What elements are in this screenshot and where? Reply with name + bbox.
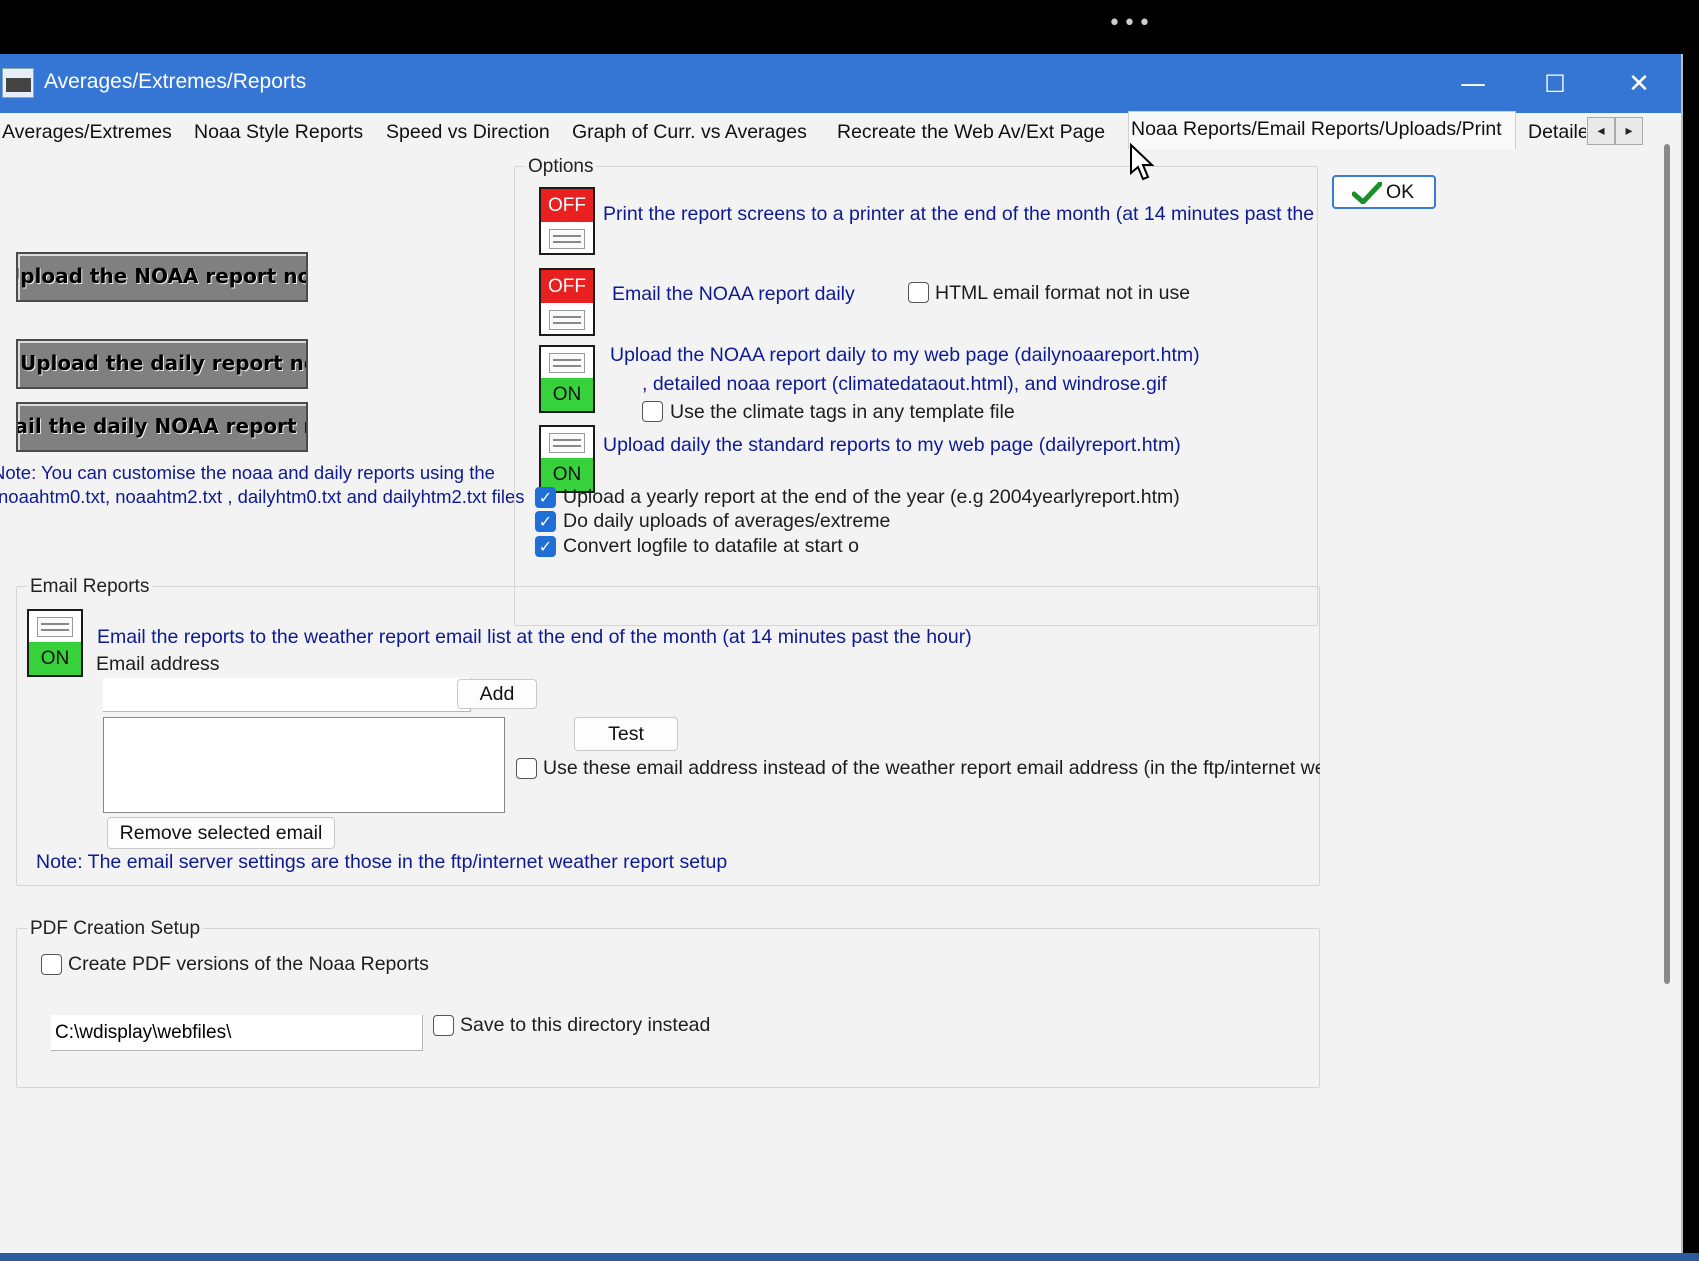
mouse-cursor-icon: [1130, 143, 1155, 181]
upload-noaa-toggle-label: ON: [541, 378, 593, 411]
tab-averages-extremes[interactable]: Averages/Extremes: [0, 115, 172, 149]
title-bar: Averages/Extremes/Reports — ☐ ✕: [0, 54, 1681, 113]
daily-uploads-checkbox[interactable]: ✓: [535, 511, 556, 532]
pdf-directory-input[interactable]: [51, 1015, 423, 1051]
climate-tags-label: Use the climate tags in any template fil…: [670, 401, 1015, 423]
convert-logfile-checkbox[interactable]: ✓: [535, 536, 556, 557]
convert-logfile-label: Convert logfile to datafile at start o: [563, 535, 859, 557]
email-reports-group: Email Reports ON Email the reports to th…: [16, 576, 1320, 887]
html-format-label: HTML email format not in use: [935, 282, 1191, 304]
os-top-bar: •••: [0, 0, 1699, 42]
daily-uploads-label: Do daily uploads of averages/extreme: [563, 510, 891, 532]
email-daily-noaa-now-label: Email the daily NOAA report now: [16, 414, 306, 438]
email-reports-toggle[interactable]: ON: [27, 609, 83, 677]
pdf-setup-title: PDF Creation Setup: [27, 918, 204, 940]
email-noaa-toggle[interactable]: OFF: [539, 268, 595, 336]
email-noaa-text: Email the NOAA report daily: [612, 283, 855, 305]
print-text: Print the report screens to a printer at…: [603, 203, 1318, 225]
minimize-button[interactable]: —: [1448, 64, 1498, 104]
use-these-addresses-label: Use these email address instead of the w…: [543, 757, 1320, 779]
tab-scroll-left-icon[interactable]: ◂: [1587, 117, 1615, 145]
test-email-button[interactable]: Test: [574, 717, 678, 751]
upload-noaa-line2: , detailed noaa report (climatedataout.h…: [642, 373, 1167, 395]
save-to-directory-label: Save to this directory instead: [460, 1014, 711, 1036]
upload-standard-toggle[interactable]: ON: [539, 425, 595, 493]
tab-noaa-email-uploads-print[interactable]: Noaa Reports/Email Reports/Uploads/Print: [1128, 111, 1516, 149]
window-title: Averages/Extremes/Reports: [44, 70, 307, 93]
tab-recreate-web-page[interactable]: Recreate the Web Av/Ext Page: [835, 115, 1105, 149]
maximize-button[interactable]: ☐: [1530, 64, 1580, 104]
create-pdf-checkbox[interactable]: [41, 954, 62, 975]
create-pdf-label: Create PDF versions of the Noaa Reports: [68, 953, 429, 975]
email-address-input[interactable]: [103, 678, 471, 712]
options-group: Options OFF Print the report screens to …: [514, 156, 1318, 627]
upload-daily-now-label: Upload the daily report now: [20, 351, 308, 375]
vertical-scrollbar[interactable]: [1664, 144, 1670, 984]
tab-graph-curr-vs-averages[interactable]: Graph of Curr. vs Averages: [570, 115, 807, 149]
email-reports-toggle-label: ON: [29, 642, 81, 675]
pdf-setup-group: PDF Creation Setup Create PDF versions o…: [16, 918, 1320, 1088]
climate-tags-checkbox[interactable]: [642, 401, 663, 422]
tab-scroll-right-icon[interactable]: ▸: [1615, 117, 1643, 145]
taskbar-strip: [0, 1253, 1699, 1261]
yearly-report-label: Upload a yearly report at the end of the…: [563, 486, 1180, 508]
tab-strip: Averages/Extremes Noaa Style Reports Spe…: [0, 111, 1681, 149]
use-these-addresses-checkbox[interactable]: [516, 758, 537, 779]
close-button[interactable]: ✕: [1614, 64, 1664, 104]
ok-button[interactable]: OK: [1332, 175, 1436, 209]
left-note-line1: Note: You can customise the noaa and dai…: [0, 462, 495, 483]
tab-noaa-style-reports[interactable]: Noaa Style Reports: [192, 115, 363, 149]
upload-noaa-line1: Upload the NOAA report daily to my web p…: [610, 344, 1200, 366]
more-dots-icon[interactable]: •••: [1108, 13, 1153, 35]
app-icon: [2, 68, 34, 98]
remove-selected-email-button[interactable]: Remove selected email: [107, 817, 335, 849]
email-daily-noaa-now-button[interactable]: Email the daily NOAA report now: [16, 402, 308, 452]
upload-noaa-now-button[interactable]: Upload the NOAA report now: [16, 252, 308, 302]
email-reports-clip: ON Email the reports to the weather repo…: [17, 587, 1320, 887]
print-toggle[interactable]: OFF: [539, 187, 595, 255]
tab-speed-vs-direction[interactable]: Speed vs Direction: [384, 115, 550, 149]
options-clip: OFF Print the report screens to a printe…: [515, 167, 1318, 627]
upload-noaa-toggle[interactable]: ON: [539, 345, 595, 413]
save-to-directory-checkbox[interactable]: [433, 1015, 454, 1036]
ok-button-label: OK: [1386, 181, 1415, 203]
email-list-box[interactable]: [103, 717, 505, 813]
email-reports-text: Email the reports to the weather report …: [97, 626, 972, 648]
email-server-note: Note: The email server settings are thos…: [36, 851, 728, 873]
upload-noaa-now-label: Upload the NOAA report now: [18, 264, 306, 288]
html-format-checkbox[interactable]: [908, 282, 929, 303]
upload-standard-text: Upload daily the standard reports to my …: [603, 434, 1181, 456]
print-toggle-label: OFF: [541, 189, 593, 222]
add-email-button[interactable]: Add: [457, 679, 537, 709]
upload-daily-now-button[interactable]: Upload the daily report now: [16, 339, 308, 389]
checkmark-icon: [1352, 182, 1382, 204]
left-note: Note: You can customise the noaa and dai…: [0, 462, 532, 514]
create-pdf-clip: Create PDF versions of the Noaa Reports: [68, 953, 434, 979]
tab-detailed[interactable]: Detaile: [1526, 115, 1586, 149]
email-address-label: Email address: [96, 653, 220, 675]
left-note-line2: noaahtm0.txt, noaahtm2.txt , dailyhtm0.t…: [0, 486, 525, 507]
yearly-report-checkbox[interactable]: ✓: [535, 487, 556, 508]
save-to-directory-clip: Save to this directory instead: [460, 1014, 718, 1040]
email-noaa-toggle-label: OFF: [541, 270, 593, 303]
reports-window: Averages/Extremes/Reports — ☐ ✕ Averages…: [0, 54, 1683, 1254]
